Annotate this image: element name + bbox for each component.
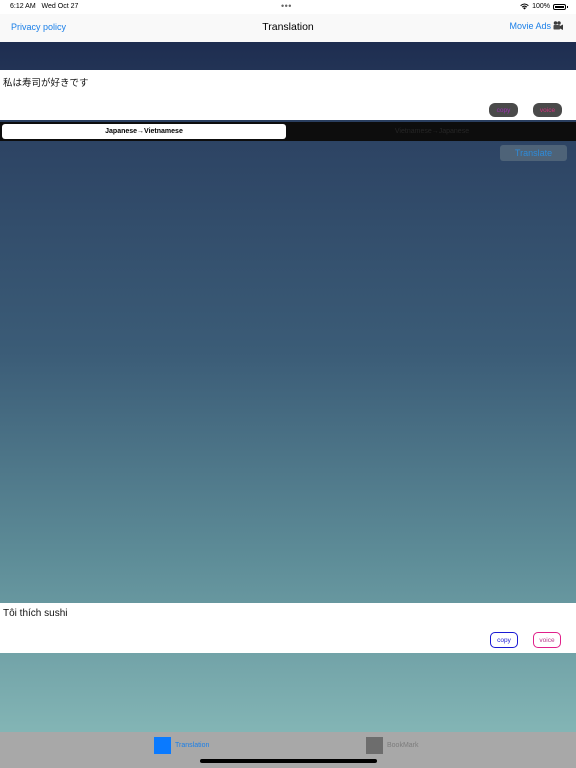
segment-vietnamese-to-japanese[interactable]: Vietnamese→Japanese xyxy=(290,124,574,139)
tab-bookmark[interactable]: BookMark xyxy=(366,737,419,754)
bookmark-tab-icon xyxy=(366,737,383,754)
segment-japanese-to-vietnamese[interactable]: Japanese→Vietnamese xyxy=(2,124,286,139)
language-direction-segmented-control: Japanese→Vietnamese Vietnamese→Japanese xyxy=(0,122,576,141)
battery-percent: 100% xyxy=(532,3,550,10)
battery-icon xyxy=(553,3,568,10)
page-title: Translation xyxy=(262,21,314,33)
translation-output: Tôi thích sushi xyxy=(0,603,576,653)
translate-button[interactable]: Translate xyxy=(500,145,567,161)
movie-camera-icon xyxy=(552,20,564,32)
multitasking-dots-icon[interactable]: ••• xyxy=(281,1,292,11)
wifi-icon xyxy=(520,3,529,10)
movie-ads-button[interactable]: Movie Ads xyxy=(509,20,564,32)
status-date: Wed Oct 27 xyxy=(41,3,79,10)
tab-bookmark-label: BookMark xyxy=(387,742,419,749)
status-indicators: 100% xyxy=(520,3,568,10)
movie-ads-label: Movie Ads xyxy=(509,21,551,31)
status-time: 6:12 AM xyxy=(10,3,36,10)
status-bar: 6:12 AM Wed Oct 27 ••• 100% xyxy=(0,0,576,14)
status-time-date: 6:12 AM Wed Oct 27 xyxy=(10,3,78,10)
source-copy-button[interactable]: copy xyxy=(489,103,518,117)
output-voice-button[interactable]: voice xyxy=(533,632,561,648)
tab-translation-label: Translation xyxy=(175,742,210,749)
source-text: 私は寿司が好きです xyxy=(3,78,89,89)
translated-text: Tôi thích sushi xyxy=(3,608,68,619)
tab-translation[interactable]: Translation xyxy=(154,737,209,754)
output-copy-button[interactable]: copy xyxy=(490,632,518,648)
home-indicator[interactable] xyxy=(200,759,377,763)
translation-tab-icon xyxy=(154,737,171,754)
source-voice-button[interactable]: voice xyxy=(533,103,562,117)
navigation-bar: Privacy policy Translation Movie Ads xyxy=(0,14,576,43)
